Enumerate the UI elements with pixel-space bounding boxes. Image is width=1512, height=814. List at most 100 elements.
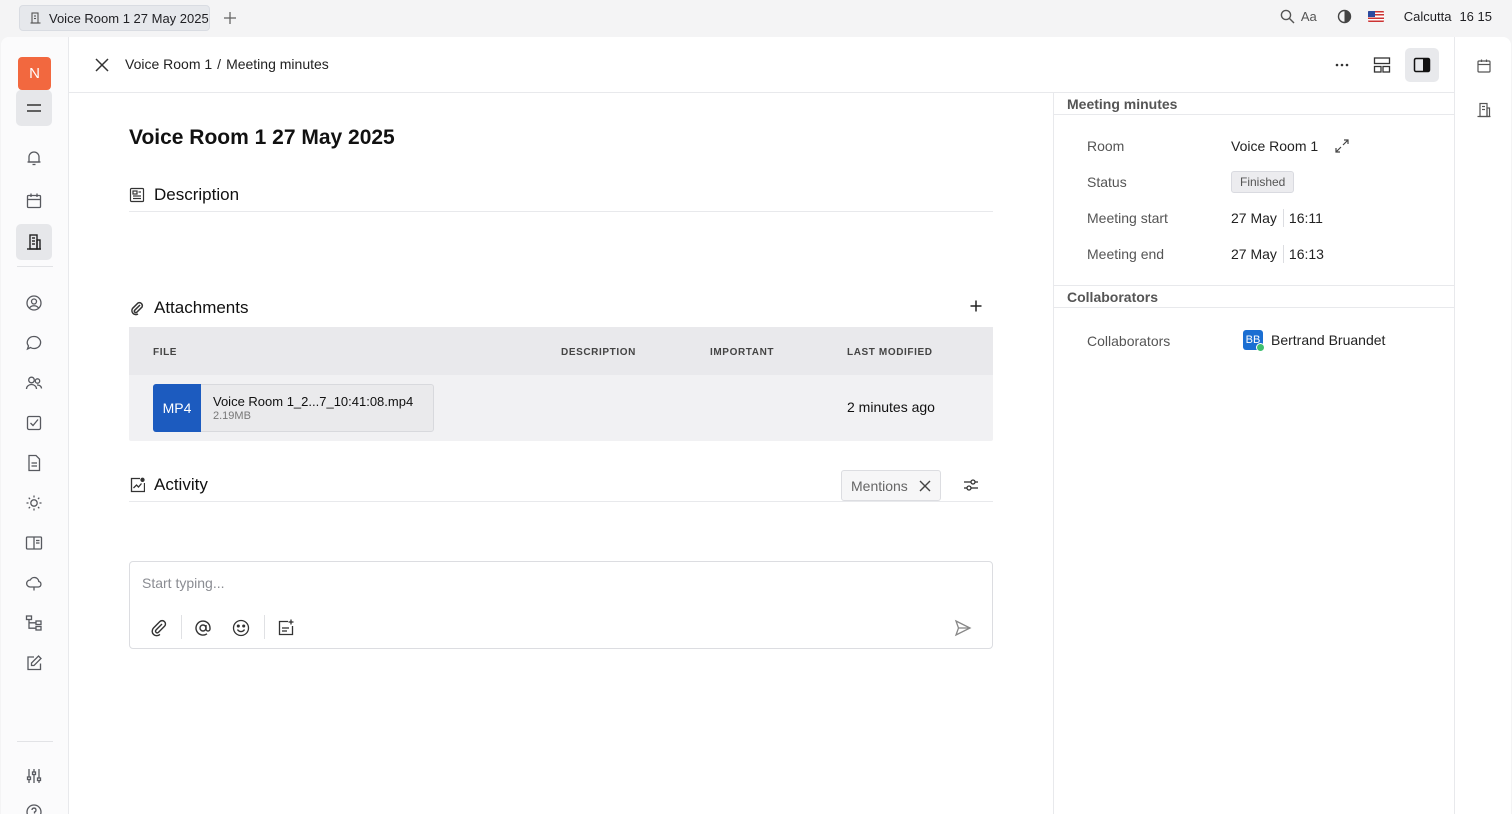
room-value[interactable]: Voice Room 1 (1231, 138, 1350, 154)
column-file[interactable]: FILE (153, 347, 177, 358)
activity-heading: Activity (154, 474, 208, 494)
plus-icon (970, 300, 982, 312)
office-icon (30, 12, 41, 24)
attach-icon[interactable] (149, 618, 169, 638)
add-attachment-button[interactable] (967, 297, 985, 315)
meeting-start-label: Meeting start (1087, 210, 1168, 226)
tasks-icon[interactable] (16, 405, 52, 441)
chat-icon[interactable] (16, 325, 52, 361)
status-value[interactable]: Finished (1231, 171, 1295, 193)
table-header: FILE DESCRIPTION IMPORTANT LAST MODIFIED (129, 327, 993, 375)
workspace-avatar[interactable]: N (18, 57, 51, 90)
avatar: BB (1243, 330, 1265, 352)
contrast-icon[interactable] (1337, 9, 1352, 24)
document-icon[interactable] (16, 445, 52, 481)
mention-icon[interactable] (193, 618, 213, 638)
tab-title: Voice Room 1 27 May 2025 (49, 10, 209, 26)
search-icon[interactable] (1280, 9, 1295, 24)
settings-sliders-icon[interactable] (16, 758, 52, 794)
location-label: Calcutta (1403, 9, 1452, 24)
main-content: Voice Room 1 27 May 2025 Description Att… (69, 93, 1053, 814)
table-row[interactable]: MP4 Voice Room 1_2...7_10:41:08.mp4 2.19… (129, 375, 993, 441)
meeting-start-value[interactable]: 27 May 16:11 (1231, 209, 1323, 227)
document-header: Voice Room 1 / Meeting minutes (69, 37, 1454, 93)
top-right-tools: Aa Calcutta 16 15 (1280, 9, 1492, 24)
left-sidebar: N (1, 37, 69, 814)
send-icon[interactable] (953, 618, 973, 638)
end-date[interactable]: 27 May (1231, 246, 1277, 262)
filter-settings-icon[interactable] (961, 475, 981, 495)
close-icon[interactable] (91, 54, 113, 76)
collaborator-item[interactable]: BB Bertrand Bruandet (1243, 330, 1385, 352)
meeting-minutes-heading[interactable]: Meeting minutes (1054, 93, 1454, 115)
people-icon[interactable] (16, 365, 52, 401)
start-date[interactable]: 27 May (1231, 210, 1277, 226)
layout-toggle-button[interactable] (1365, 48, 1399, 82)
breadcrumb-parent[interactable]: Voice Room 1 (125, 56, 212, 72)
column-description[interactable]: DESCRIPTION (561, 347, 636, 358)
details-panel: Meeting minutes Room Voice Room 1 Status… (1053, 93, 1454, 814)
file-size: 2.19MB (213, 410, 251, 422)
description-icon (129, 187, 145, 203)
start-time[interactable]: 16:11 (1289, 210, 1323, 226)
file-name[interactable]: Voice Room 1_2...7_10:41:08.mp4 (213, 394, 413, 409)
us-flag-icon[interactable] (1367, 11, 1384, 22)
comment-composer[interactable]: Start typing... (129, 561, 993, 649)
more-icon (1335, 63, 1349, 67)
cloud-icon[interactable] (16, 565, 52, 601)
status-badge[interactable]: Finished (1231, 171, 1295, 193)
composer-placeholder[interactable]: Start typing... (142, 575, 224, 591)
edit-icon[interactable] (16, 645, 52, 681)
tab-voice-room[interactable]: Voice Room 1 27 May 2025 (19, 5, 210, 31)
office-icon[interactable] (1475, 101, 1493, 119)
description-section: Description (129, 178, 993, 212)
collaborators-label: Collaborators (1087, 333, 1171, 349)
collaborator-name[interactable]: Bertrand Bruandet (1271, 332, 1385, 348)
status-label: Status (1087, 174, 1127, 190)
menu-icon[interactable] (16, 90, 52, 126)
room-name[interactable]: Voice Room 1 (1231, 138, 1318, 154)
right-rail (1454, 37, 1511, 814)
book-icon[interactable] (16, 525, 52, 561)
close-icon[interactable] (918, 479, 932, 493)
calendar-icon[interactable] (1475, 57, 1493, 75)
mentions-filter-chip[interactable]: Mentions (841, 470, 941, 501)
column-last-modified[interactable]: LAST MODIFIED (847, 347, 933, 358)
column-important[interactable]: IMPORTANT (710, 347, 774, 358)
description-heading: Description (154, 184, 240, 204)
last-modified-value: 2 minutes ago (847, 399, 935, 415)
file-chip[interactable]: MP4 Voice Room 1_2...7_10:41:08.mp4 2.19… (153, 384, 434, 432)
end-time[interactable]: 16:13 (1289, 246, 1324, 262)
more-options-button[interactable] (1325, 48, 1359, 82)
contacts-icon[interactable] (16, 285, 52, 321)
attachments-section: Attachments (129, 291, 993, 325)
room-label: Room (1087, 138, 1125, 154)
meeting-end-value[interactable]: 27 May 16:13 (1231, 245, 1324, 263)
activity-icon (129, 477, 145, 493)
font-size-button[interactable]: Aa (1301, 9, 1317, 24)
side-panel-toggle-button[interactable] (1405, 48, 1439, 82)
plus-icon[interactable] (221, 9, 239, 27)
bell-icon[interactable] (16, 140, 52, 176)
layout-icon (1373, 57, 1391, 73)
tree-icon[interactable] (16, 605, 52, 641)
office-icon[interactable] (16, 224, 52, 260)
insert-block-icon[interactable] (276, 618, 296, 638)
breadcrumb: Voice Room 1 / Meeting minutes (125, 56, 329, 72)
meeting-end-label: Meeting end (1087, 246, 1165, 262)
side-panel-icon (1413, 57, 1431, 73)
document-title[interactable]: Voice Room 1 27 May 2025 (129, 126, 395, 150)
calendar-icon[interactable] (16, 183, 52, 219)
clock-time: 16 15 (1459, 9, 1492, 24)
attachments-heading: Attachments (154, 298, 249, 317)
attachments-table: FILE DESCRIPTION IMPORTANT LAST MODIFIED… (129, 327, 993, 441)
sun-icon[interactable] (16, 485, 52, 521)
file-type-badge: MP4 (153, 384, 201, 432)
emoji-icon[interactable] (231, 618, 251, 638)
breadcrumb-separator: / (217, 56, 222, 72)
paperclip-icon (129, 300, 145, 316)
collaborators-heading[interactable]: Collaborators (1054, 285, 1454, 308)
breadcrumb-current: Meeting minutes (226, 56, 329, 72)
expand-icon[interactable] (1334, 138, 1350, 154)
help-icon[interactable] (16, 794, 52, 814)
